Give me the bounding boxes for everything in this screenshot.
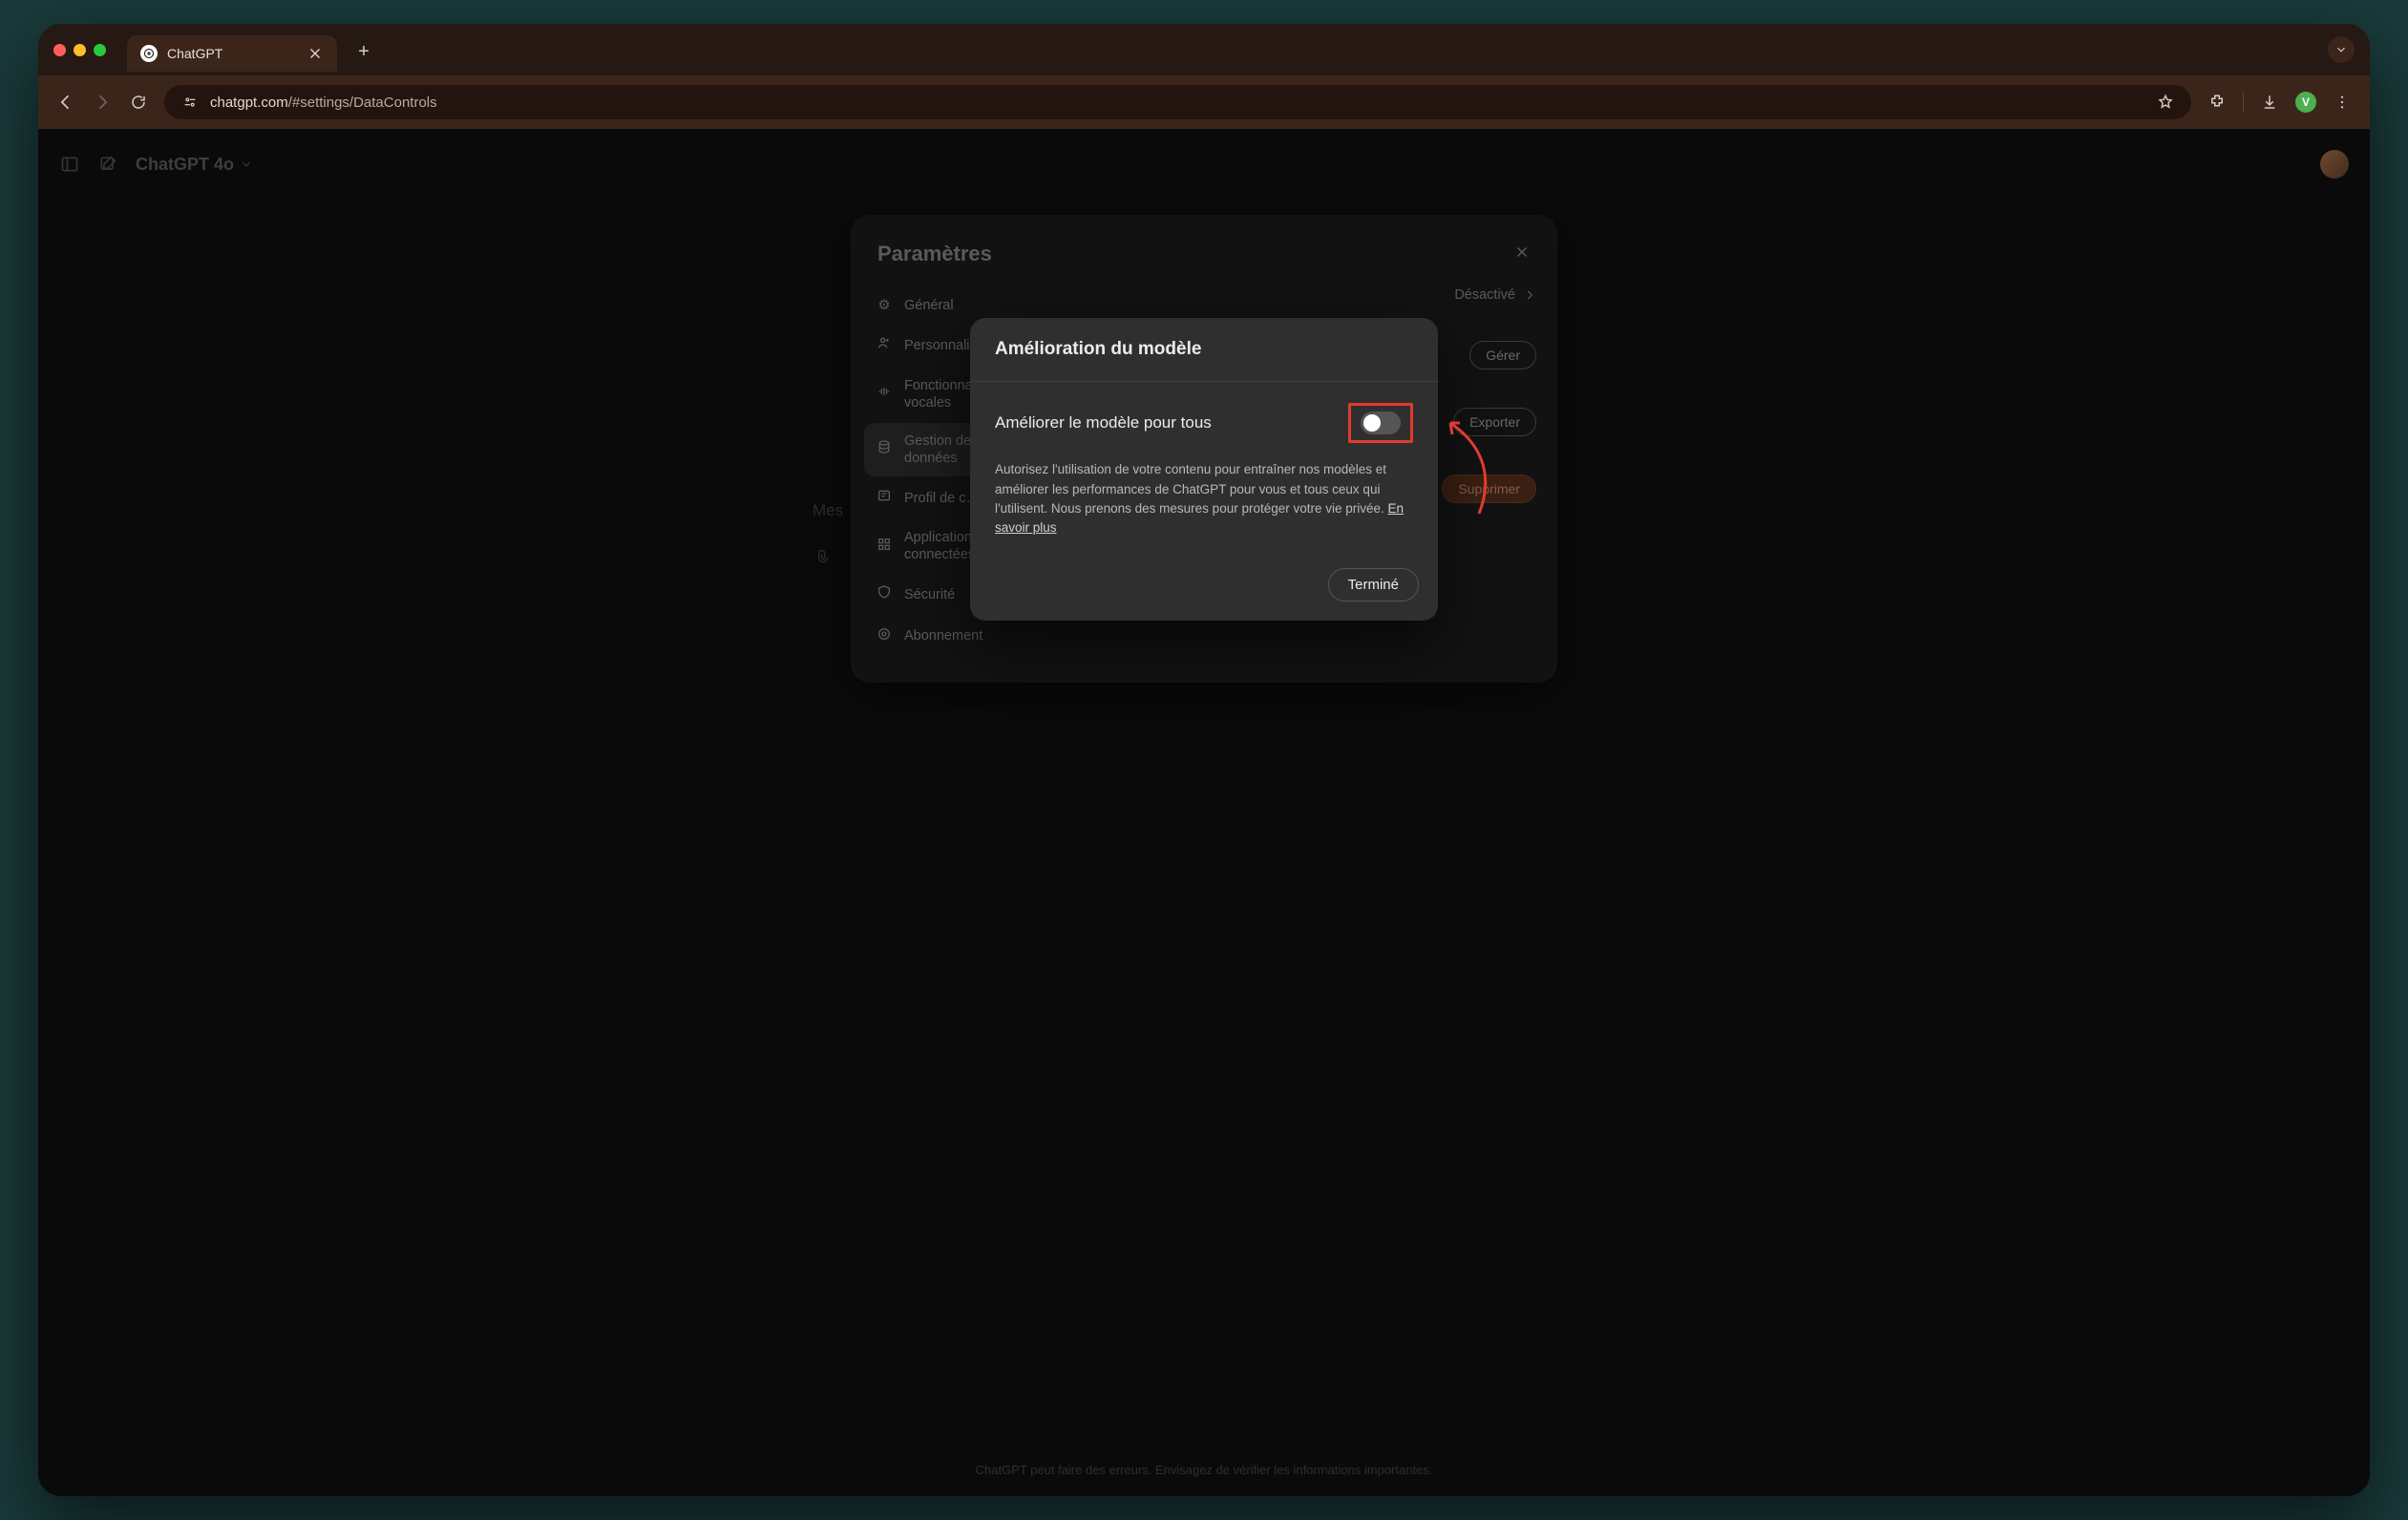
toolbar-divider [2243,92,2244,113]
tab-strip: ChatGPT + [38,24,2370,75]
user-avatar[interactable] [2320,150,2349,179]
profile-avatar[interactable]: V [2295,92,2316,113]
gear-icon: ⚙ [876,297,893,314]
url-text: chatgpt.com/#settings/DataControls [210,95,437,111]
sidebar-toggle-icon[interactable] [59,154,80,175]
settings-title: Paramètres [877,242,992,266]
composer-icons-behind [813,549,830,566]
chevron-right-icon [1523,288,1536,302]
address-bar: chatgpt.com/#settings/DataControls V [38,75,2370,129]
browser-menu-icon[interactable] [2332,92,2353,113]
person-icon [876,335,893,355]
dialog-title: Amélioration du modèle [970,318,1438,382]
toggle-knob [1363,414,1381,432]
new-tab-button[interactable]: + [350,38,377,65]
toggle-label: Améliorer le modèle pour tous [995,413,1348,433]
nav-forward-button[interactable] [92,92,113,113]
settings-header: Paramètres [851,242,1557,287]
database-icon [876,439,893,459]
manage-button[interactable]: Gérer [1469,341,1536,369]
dialog-description: Autorisez l'utilisation de votre contenu… [995,460,1413,538]
extensions-icon[interactable] [2207,92,2228,113]
grid-icon [876,537,893,557]
status-disabled-link[interactable]: Désactivé [1454,287,1536,303]
bookmark-star-icon[interactable] [2155,92,2176,113]
nav-back-button[interactable] [55,92,76,113]
delete-button[interactable]: Supprimer [1442,475,1536,503]
setting-row-status[interactable]: Désactivé [1063,287,1536,303]
nav-item-subscription[interactable]: Abonnement [864,617,1051,656]
annotation-highlight-box [1348,403,1413,443]
url-field[interactable]: chatgpt.com/#settings/DataControls [164,85,2191,119]
partial-text-behind: Mes [813,501,843,520]
app-header: ChatGPT 4o [59,150,2349,179]
shield-icon [876,584,893,604]
tab-title: ChatGPT [167,46,222,61]
tab-list-dropdown[interactable] [2328,36,2355,63]
downloads-icon[interactable] [2259,92,2280,113]
attach-icon [813,549,830,566]
settings-close-button[interactable] [1513,243,1531,265]
card-icon [876,488,893,508]
subscription-icon [876,626,893,646]
window-minimize-button[interactable] [74,44,86,56]
chatgpt-favicon [140,45,158,62]
toggle-row: Améliorer le modèle pour tous [995,403,1413,443]
site-settings-icon[interactable] [180,92,201,113]
voice-icon [876,384,893,404]
browser-tab-active[interactable]: ChatGPT [127,35,337,72]
export-button[interactable]: Exporter [1453,408,1536,436]
app-footnote: ChatGPT peut faire des erreurs. Envisage… [38,1463,2370,1477]
app-viewport: ChatGPT 4o Mes Paramètres ⚙ [38,129,2370,1496]
improve-model-toggle[interactable] [1361,412,1401,434]
window-maximize-button[interactable] [94,44,106,56]
browser-window: ChatGPT + chatgpt.com/#settings/DataCont… [38,24,2370,1496]
window-controls [53,44,106,56]
window-close-button[interactable] [53,44,66,56]
tab-close-button[interactable] [306,45,324,62]
model-selector[interactable]: ChatGPT 4o [136,155,253,175]
nav-reload-button[interactable] [128,92,149,113]
done-button[interactable]: Terminé [1328,568,1419,602]
model-improvement-dialog: Amélioration du modèle Améliorer le modè… [970,318,1438,621]
new-chat-icon[interactable] [97,154,118,175]
